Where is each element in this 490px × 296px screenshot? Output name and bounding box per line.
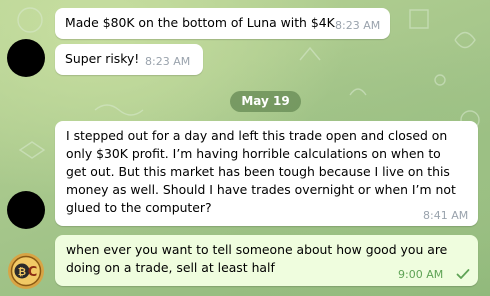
message-bubble[interactable]: Made $80K on the bottom of Luna with $4K…: [55, 8, 390, 39]
message-bubble[interactable]: Super risky! 8:23 AM: [55, 44, 203, 75]
message-text: Made $80K on the bottom of Luna with $4K: [65, 15, 335, 30]
date-separator: May 19: [230, 91, 301, 112]
svg-text:₿: ₿: [18, 266, 26, 278]
message-bubble-outgoing[interactable]: when ever you want to tell someone about…: [55, 235, 478, 286]
message-bubble[interactable]: I stepped out for a day and left this tr…: [55, 121, 478, 226]
message-time: 8:41 AM: [423, 209, 469, 222]
message-time: 8:23 AM: [335, 19, 381, 32]
message-time: 8:23 AM: [145, 55, 191, 68]
svg-text:C: C: [28, 265, 38, 280]
sender-avatar[interactable]: [7, 39, 45, 77]
read-check-icon: [456, 269, 470, 279]
bitcoin-coin-icon[interactable]: ₿ C: [7, 252, 45, 290]
sender-avatar[interactable]: [7, 191, 45, 229]
message-text: Super risky!: [65, 51, 140, 66]
message-time: 9:00 AM: [398, 268, 444, 281]
message-text: I stepped out for a day and left this tr…: [66, 128, 456, 215]
